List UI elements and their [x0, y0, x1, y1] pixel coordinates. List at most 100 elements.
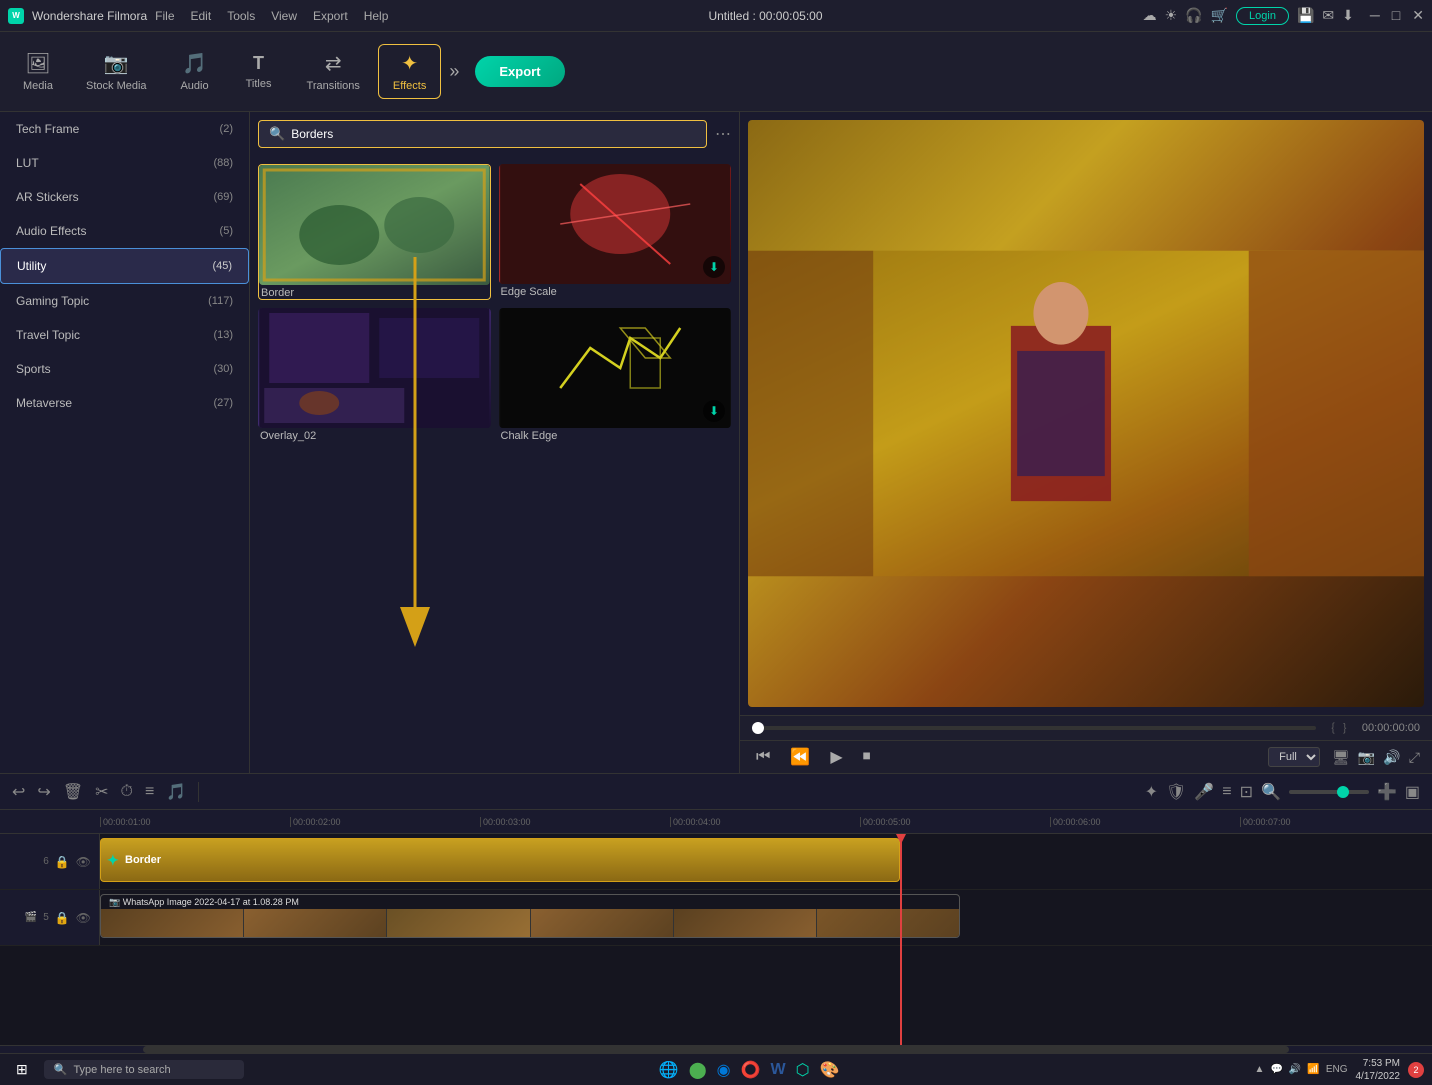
grid-view-icon[interactable]: ⋯	[715, 124, 731, 144]
duration-icon[interactable]: ⏱	[121, 783, 133, 801]
effect-border[interactable]: Border	[258, 164, 491, 300]
ruler-7s: 00:00:07:00	[1240, 817, 1430, 827]
video-clip[interactable]: 📷 WhatsApp Image 2022-04-17 at 1.08.28 P…	[100, 894, 960, 938]
category-gaming-topic[interactable]: Gaming Topic (117)	[0, 284, 249, 318]
taskbar-edge-icon[interactable]: ◉	[717, 1060, 731, 1080]
maximize-button[interactable]: □	[1392, 7, 1400, 24]
menu-edit[interactable]: Edit	[191, 9, 212, 23]
scrollbar-thumb	[143, 1046, 1289, 1053]
mic-icon[interactable]: 🎤	[1194, 782, 1214, 802]
category-ar-stickers[interactable]: AR Stickers (69)	[0, 180, 249, 214]
menu-view[interactable]: View	[271, 9, 297, 23]
captions-icon[interactable]: ≡	[1222, 783, 1231, 801]
border-effect-clip[interactable]: ✦ Border	[100, 838, 900, 882]
export-button[interactable]: Export	[475, 56, 564, 87]
category-utility[interactable]: Utility (45)	[0, 248, 249, 284]
toolbar-audio[interactable]: 🎵 Audio	[165, 45, 225, 98]
prev-frame-button[interactable]: ⏮	[752, 746, 774, 768]
effect-chalk-edge[interactable]: ⬇ Chalk Edge	[499, 308, 732, 442]
category-tech-frame[interactable]: Tech Frame (2)	[0, 112, 249, 146]
fullscreen-icon[interactable]: 🖥	[1332, 749, 1350, 766]
mask-icon[interactable]: 🛡	[1166, 782, 1186, 802]
ruler-6s: 00:00:06:00	[1050, 817, 1240, 827]
headset-icon[interactable]: 🎧	[1185, 7, 1202, 24]
taskbar-word-icon[interactable]: W	[771, 1061, 786, 1079]
track-6-visibility-icon[interactable]: 👁	[76, 855, 91, 869]
cut-icon[interactable]: ✂	[95, 782, 108, 802]
toolbar-titles[interactable]: T Titles	[229, 47, 289, 96]
track-5-lock-icon[interactable]: 🔒	[55, 911, 70, 925]
taskbar-filmora-icon[interactable]: ⬡	[796, 1060, 810, 1080]
toolbar-media[interactable]: 🖼 Media	[8, 45, 68, 98]
timeline-end-handle[interactable]: ▣	[1405, 782, 1420, 802]
undo-icon[interactable]: ↩	[12, 782, 25, 802]
tray-volume-icon[interactable]: 🔊	[1289, 1064, 1301, 1075]
effect-edge-scale[interactable]: ⬇ Edge Scale	[499, 164, 732, 300]
screenshot-icon[interactable]: 📷	[1358, 749, 1375, 766]
app-name: Wondershare Filmora	[32, 9, 147, 23]
category-metaverse[interactable]: Metaverse (27)	[0, 386, 249, 420]
mail-icon[interactable]: ✉	[1322, 7, 1334, 24]
notification-badge[interactable]: 2	[1408, 1062, 1424, 1078]
preview-scrubber[interactable]	[752, 726, 1316, 730]
audio-detach-icon[interactable]: 🎵	[166, 782, 186, 802]
menu-file[interactable]: File	[155, 9, 174, 23]
delete-icon[interactable]: 🗑	[63, 782, 83, 802]
start-button[interactable]: ⊞	[8, 1059, 36, 1080]
stop-button[interactable]: ⏹	[859, 746, 875, 768]
minimize-button[interactable]: ─	[1370, 7, 1380, 24]
quality-select[interactable]: Full 1/2 1/4	[1268, 747, 1320, 767]
taskbar-chrome-icon[interactable]: ⬤	[689, 1060, 707, 1080]
tray-wifi-icon[interactable]: 📶	[1307, 1064, 1319, 1075]
save-icon[interactable]: 💾	[1297, 7, 1314, 24]
cloud-icon[interactable]: ☁	[1143, 7, 1157, 24]
category-lut[interactable]: LUT (88)	[0, 146, 249, 180]
category-travel-topic[interactable]: Travel Topic (13)	[0, 318, 249, 352]
download-icon[interactable]: ⬇	[1342, 7, 1354, 24]
video-frame	[748, 120, 1424, 707]
timeline-scrollbar[interactable]	[0, 1045, 1432, 1053]
taskbar-search[interactable]: 🔍 Type here to search	[44, 1060, 244, 1079]
track-5-controls: 🎬 5 🔒 👁	[0, 890, 100, 945]
audio-icon: 🎵	[182, 51, 207, 76]
search-input[interactable]	[291, 127, 696, 141]
play-button[interactable]: ▶	[826, 745, 846, 769]
pip-timeline-icon[interactable]: ⊡	[1240, 782, 1253, 802]
track-5-visibility-icon[interactable]: 👁	[76, 911, 91, 925]
menu-bar: File Edit Tools View Export Help	[155, 9, 388, 23]
login-button[interactable]: Login	[1236, 7, 1289, 25]
volume-icon[interactable]: 🔊	[1383, 749, 1400, 766]
taskbar-paint-icon[interactable]: 🎨	[820, 1060, 840, 1080]
category-sports[interactable]: Sports (30)	[0, 352, 249, 386]
taskbar-ie-icon[interactable]: 🌐	[659, 1060, 679, 1080]
shop-icon[interactable]: 🛒	[1211, 7, 1228, 24]
track-6-lock-icon[interactable]: 🔒	[55, 855, 70, 869]
taskbar: ⊞ 🔍 Type here to search 🌐 ⬤ ◉ ⭕ W ⬡ 🎨 ▲ …	[0, 1053, 1432, 1085]
settings-icon[interactable]: ≡	[145, 783, 154, 801]
toolbar-effects[interactable]: ✦ Effects	[378, 44, 441, 99]
toolbar-stock-media[interactable]: 📷 Stock Media	[72, 45, 161, 98]
menu-tools[interactable]: Tools	[227, 9, 255, 23]
left-panel: Tech Frame (2) LUT (88) AR Stickers (69)…	[0, 112, 250, 773]
taskbar-opera-icon[interactable]: ⭕	[741, 1060, 761, 1080]
stock-media-icon: 📷	[104, 51, 129, 76]
tray-expand-icon[interactable]: ▲	[1255, 1064, 1265, 1075]
toolbar-more-icon[interactable]: »	[449, 61, 459, 82]
effects-icon: ✦	[401, 51, 418, 76]
menu-export[interactable]: Export	[313, 9, 348, 23]
close-button[interactable]: ✕	[1412, 7, 1424, 24]
tray-message-icon[interactable]: 💬	[1270, 1064, 1282, 1075]
search-input-container[interactable]: 🔍	[258, 120, 707, 148]
rewind-button[interactable]: ⏪	[786, 745, 814, 769]
redo-icon[interactable]: ↪	[37, 782, 50, 802]
pip-icon[interactable]: ⤢	[1409, 749, 1420, 766]
zoom-slider[interactable]	[1289, 790, 1369, 794]
zoom-out-icon[interactable]: 🔍	[1261, 782, 1281, 802]
category-audio-effects[interactable]: Audio Effects (5)	[0, 214, 249, 248]
zoom-in-icon[interactable]: ➕	[1377, 782, 1397, 802]
menu-help[interactable]: Help	[364, 9, 389, 23]
toolbar-transitions[interactable]: ⇄ Transitions	[293, 45, 374, 98]
theme-icon[interactable]: ☀	[1165, 7, 1178, 24]
effects-toggle-icon[interactable]: ✦	[1145, 782, 1158, 802]
effect-overlay-02[interactable]: Overlay_02	[258, 308, 491, 442]
